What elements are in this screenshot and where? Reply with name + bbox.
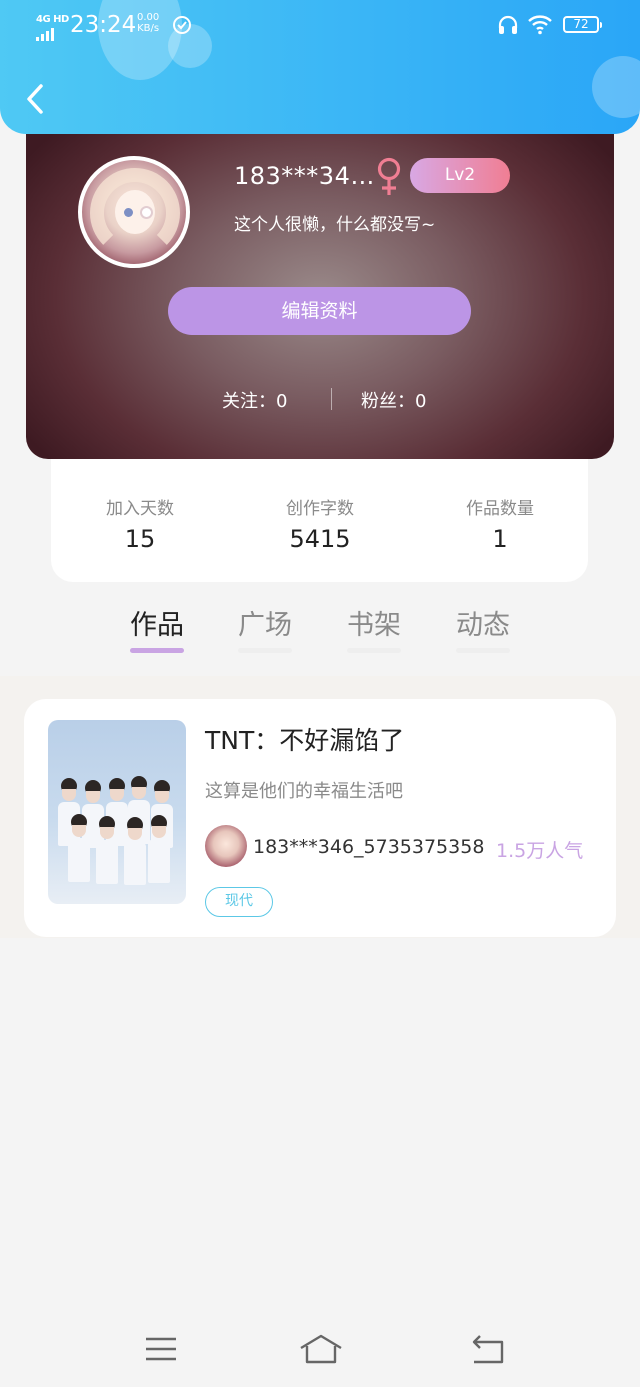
tab-updates[interactable]: 动态 [453, 603, 513, 653]
work-title: TNT：不好漏馅了 [205, 726, 405, 755]
level-badge: Lv2 [410, 158, 510, 193]
stats-panel: 加入天数 15 创作字数 5415 作品数量 1 [51, 440, 588, 582]
work-card[interactable]: TNT：不好漏馅了 这算是他们的幸福生活吧 183***346_57353753… [24, 699, 616, 937]
stat-label: 作品数量 [466, 499, 534, 519]
tab-underline [456, 648, 510, 653]
work-author: 183***346_5735375358 [253, 836, 485, 858]
wifi-icon [528, 15, 552, 35]
stat-works-count: 作品数量 1 [430, 494, 570, 553]
genre-tag: 现代 [205, 887, 273, 917]
female-symbol-icon [377, 157, 401, 195]
speed-unit: KB/s [137, 23, 160, 34]
tab-works[interactable]: 作品 [127, 603, 187, 653]
status-bar: 4G HD 23:24 0.00 KB/s 72 [0, 10, 640, 42]
tab-underline [347, 648, 401, 653]
signal-icon [36, 28, 54, 41]
network-speed: 0.00 KB/s [137, 12, 159, 34]
menu-icon[interactable] [142, 1332, 182, 1366]
divider [331, 388, 332, 410]
headphones-icon [498, 15, 518, 34]
decorative-bubble [592, 56, 640, 118]
tab-label: 书架 [347, 610, 401, 641]
fans-label: 粉丝： [361, 391, 415, 412]
top-header: 4G HD 23:24 0.00 KB/s 72 [0, 0, 640, 134]
username: 183***34… [234, 162, 375, 190]
tab-underline [238, 648, 292, 653]
stat-value: 5415 [289, 525, 351, 553]
home-icon[interactable] [298, 1332, 344, 1366]
edit-profile-button[interactable]: 编辑资料 [168, 287, 471, 335]
profile-card: 183***34… Lv2 这个人很懒，什么都没写~ 编辑资料 关注：0 粉丝：… [26, 100, 614, 459]
stat-label: 加入天数 [106, 499, 174, 519]
chevron-left-icon[interactable] [22, 82, 52, 116]
stat-word-count: 创作字数 5415 [250, 494, 390, 553]
tab-label: 广场 [238, 610, 292, 641]
tab-square[interactable]: 广场 [235, 603, 295, 653]
content-tabs: 作品 广场 书架 动态 [0, 603, 640, 663]
stat-value: 15 [124, 525, 156, 553]
network-type: 4G HD [36, 14, 69, 25]
work-description: 这算是他们的幸福生活吧 [205, 781, 403, 802]
following-count[interactable]: 关注：0 [222, 387, 287, 413]
following-label: 关注： [222, 391, 276, 412]
following-value: 0 [276, 391, 288, 412]
fans-value: 0 [415, 391, 427, 412]
speed-value: 0.00 [137, 12, 160, 23]
user-bio: 这个人很懒，什么都没写~ [234, 215, 436, 235]
author-avatar [205, 825, 247, 867]
data-saver-icon [173, 16, 191, 34]
tab-label: 动态 [456, 610, 510, 641]
tab-label: 作品 [130, 610, 184, 641]
fans-count[interactable]: 粉丝：0 [361, 387, 426, 413]
stat-label: 创作字数 [286, 499, 354, 519]
tab-bookshelf[interactable]: 书架 [344, 603, 404, 653]
work-cover-image [48, 720, 186, 904]
avatar[interactable] [78, 156, 190, 268]
work-popularity: 1.5万人气 [496, 840, 584, 862]
system-nav-bar [0, 1320, 640, 1380]
battery-indicator: 72 [563, 16, 602, 33]
tab-underline [130, 648, 184, 653]
stat-value: 1 [492, 525, 508, 553]
return-icon[interactable] [468, 1332, 508, 1366]
stat-join-days: 加入天数 15 [70, 494, 210, 553]
clock: 23:24 [70, 12, 137, 38]
